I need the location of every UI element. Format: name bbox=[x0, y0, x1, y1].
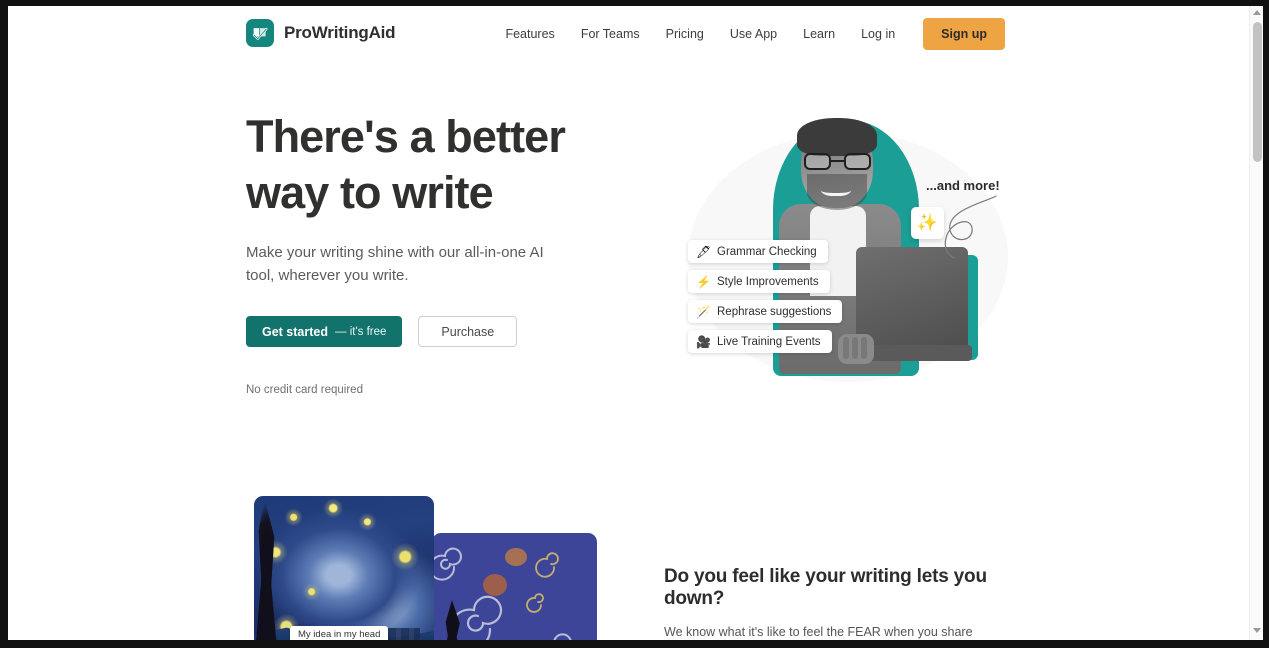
feature-badge-label: Grammar Checking bbox=[717, 245, 817, 258]
person-hand bbox=[838, 334, 874, 364]
comparison-illustration: My idea in my head bbox=[246, 492, 606, 640]
magic-wand-icon: 🪄 bbox=[696, 304, 711, 319]
browser-chrome-bottom bbox=[0, 640, 1269, 648]
get-started-sublabel: — it's free bbox=[335, 325, 387, 338]
sign-up-button[interactable]: Sign up bbox=[923, 18, 1005, 50]
nav-item-use-app[interactable]: Use App bbox=[717, 6, 790, 62]
main-navigation: Features For Teams Pricing Use App Learn… bbox=[492, 6, 1005, 62]
laptop-screen bbox=[856, 247, 968, 352]
feature-badge-label: Rephrase suggestions bbox=[717, 305, 832, 318]
section2-paragraph: We know what it's like to feel the FEAR … bbox=[664, 625, 973, 639]
feature-badge-label: Style Improvements bbox=[717, 275, 819, 288]
curly-pointer-line bbox=[944, 195, 997, 259]
writing-lets-you-down-section: My idea in my head Do you feel like your… bbox=[8, 492, 1249, 640]
get-started-button[interactable]: Get started — it's free bbox=[246, 316, 403, 347]
nav-item-for-teams[interactable]: For Teams bbox=[568, 6, 653, 62]
browser-chrome-top bbox=[0, 0, 1269, 6]
scroll-down-arrow-icon[interactable] bbox=[1253, 628, 1261, 636]
hero-illustration: ...and more! ✨ 🖋 Grammar Checking ⚡ Styl… bbox=[668, 102, 1023, 402]
page-content: ProWritingAid Features For Teams Pricing… bbox=[8, 6, 1263, 640]
purchase-button[interactable]: Purchase bbox=[418, 316, 518, 347]
sparkles-icon: ✨ bbox=[911, 207, 944, 239]
video-camera-icon: 🎥 bbox=[696, 334, 711, 349]
browser-chrome-right bbox=[1263, 0, 1269, 648]
feature-badge-style-improvements: ⚡ Style Improvements bbox=[688, 270, 830, 293]
nav-item-learn[interactable]: Learn bbox=[790, 6, 848, 62]
logo-text: ProWritingAid bbox=[284, 23, 396, 42]
logo[interactable]: ProWritingAid bbox=[246, 19, 396, 47]
no-credit-card-note: No credit card required bbox=[246, 384, 363, 396]
hero-copy: There's a better way to write Make your … bbox=[246, 109, 626, 396]
lightning-bolt-icon: ⚡ bbox=[696, 274, 711, 289]
nav-item-features[interactable]: Features bbox=[492, 6, 567, 62]
hero-subtitle: Make your writing shine with our all-in-… bbox=[246, 244, 544, 284]
scroll-up-arrow-icon[interactable] bbox=[1253, 10, 1261, 18]
prowritingaid-logo-icon bbox=[246, 19, 274, 47]
starry-night-cypress bbox=[255, 498, 277, 640]
hero-cta-group: Get started — it's free Purchase bbox=[246, 316, 626, 347]
browser-chrome-left bbox=[0, 0, 8, 648]
and-more-label: ...and more! bbox=[926, 178, 1000, 193]
my-idea-label: My idea in my head bbox=[290, 626, 389, 640]
site-header: ProWritingAid Features For Teams Pricing… bbox=[8, 6, 1249, 62]
feature-badge-rephrase-suggestions: 🪄 Rephrase suggestions bbox=[688, 300, 843, 323]
browser-window: ProWritingAid Features For Teams Pricing… bbox=[0, 0, 1269, 648]
feature-badge-label: Live Training Events bbox=[717, 335, 821, 348]
page-title: There's a better way to write bbox=[246, 111, 566, 218]
childs-drawing-panel bbox=[432, 533, 597, 640]
nav-item-pricing[interactable]: Pricing bbox=[653, 6, 717, 62]
nav-item-log-in[interactable]: Log in bbox=[848, 6, 908, 62]
feature-badge-list: 🖋 Grammar Checking ⚡ Style Improvements … bbox=[688, 240, 843, 353]
section2-heading: Do you feel like your writing lets you d… bbox=[664, 566, 987, 609]
glasses-icon bbox=[804, 153, 871, 170]
get-started-label: Get started bbox=[262, 324, 328, 339]
scrollbar-thumb[interactable] bbox=[1253, 22, 1262, 162]
feature-badge-live-training-events: 🎥 Live Training Events bbox=[688, 330, 832, 353]
section2-copy: Do you feel like your writing lets you d… bbox=[664, 566, 1014, 640]
hero-section: There's a better way to write Make your … bbox=[8, 62, 1249, 492]
person-smile bbox=[821, 182, 851, 196]
page-scrollbar[interactable] bbox=[1249, 6, 1263, 640]
starry-night-panel bbox=[254, 496, 434, 640]
feature-badge-grammar-checking: 🖋 Grammar Checking bbox=[688, 240, 828, 263]
feather-pen-icon: 🖋 bbox=[696, 244, 712, 259]
person-hair bbox=[797, 118, 877, 156]
